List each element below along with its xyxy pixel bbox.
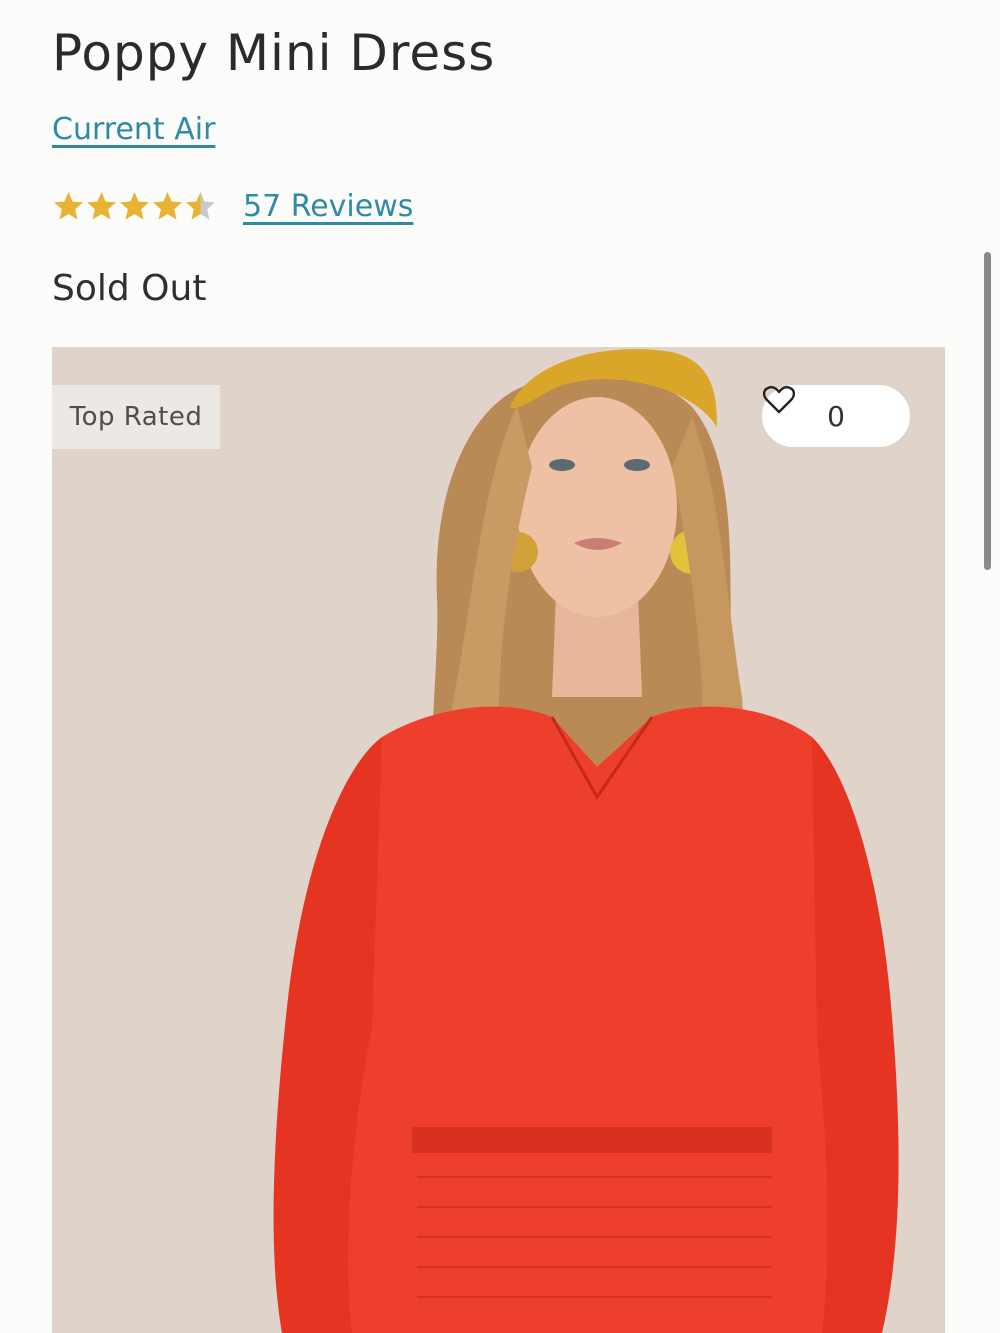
model-photo (52, 347, 945, 1333)
brand-link[interactable]: Current Air (52, 112, 215, 147)
wishlist-count: 0 (827, 399, 845, 433)
scrollbar[interactable] (984, 252, 991, 570)
star-icon (120, 191, 149, 219)
heart-icon (762, 386, 796, 414)
product-image[interactable]: Top Rated 0 (52, 347, 945, 1333)
star-rating (52, 190, 217, 223)
wishlist-button[interactable]: 0 (762, 385, 910, 447)
star-icon (186, 191, 215, 219)
top-rated-badge: Top Rated (52, 385, 220, 449)
rating-row: 57 Reviews (52, 184, 413, 228)
reviews-link[interactable]: 57 Reviews (243, 189, 413, 224)
product-page: Poppy Mini Dress Current Air 57 Reviews … (0, 0, 1000, 1333)
stock-status: Sold Out (52, 268, 207, 309)
star-icon (153, 191, 182, 219)
product-title: Poppy Mini Dress (52, 24, 496, 82)
star-icon (54, 191, 83, 219)
star-icon (87, 191, 116, 219)
